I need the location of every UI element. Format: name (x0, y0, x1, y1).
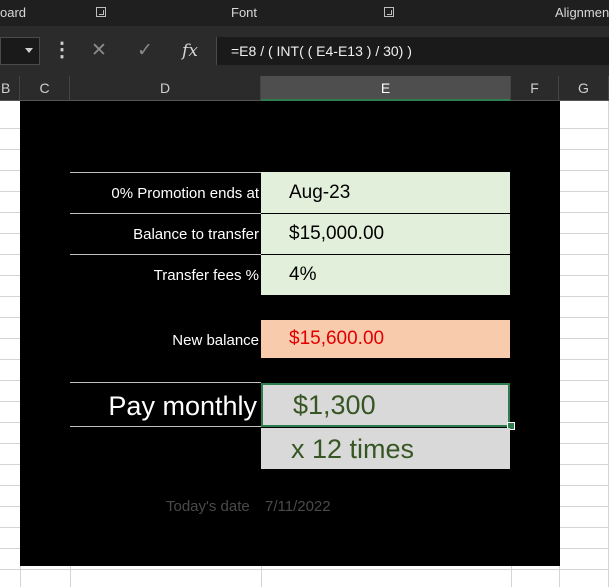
cancel-icon[interactable]: ✕ (79, 37, 119, 65)
row-separator (70, 172, 261, 173)
name-box[interactable] (0, 37, 40, 65)
column-header-g[interactable]: G (559, 76, 609, 101)
balance-cell[interactable]: $15,000.00 (261, 214, 510, 254)
column-header-c[interactable]: C (20, 76, 70, 101)
formula-bar: ⋮ ✕ ✓ fx =E8 / ( INT( ( E4-E13 ) / 30) ) (0, 26, 609, 76)
todays-date-value[interactable]: 7/11/2022 (265, 498, 331, 515)
promo-end-label: 0% Promotion ends at (111, 185, 259, 202)
enter-check-icon[interactable]: ✓ (125, 37, 165, 65)
row-separator (70, 254, 261, 255)
font-dialog-launcher-icon[interactable] (384, 7, 394, 17)
balance-label: Balance to transfer (133, 226, 259, 243)
more-options-icon[interactable]: ⋮ (52, 37, 72, 65)
chevron-down-icon[interactable] (25, 48, 33, 53)
pay-monthly-label: Pay monthly (108, 391, 257, 421)
todays-date-label: Today's date (166, 498, 250, 515)
new-balance-label: New balance (172, 332, 259, 349)
times-cell[interactable]: x 12 times (261, 428, 510, 469)
ribbon-group-alignment-label: Alignmen (555, 5, 609, 20)
column-header-b[interactable]: B (0, 76, 20, 101)
row-separator (70, 213, 261, 214)
ribbon-group-clipboard-label: oard (0, 5, 27, 20)
insert-function-icon[interactable]: fx (170, 37, 210, 65)
promo-end-cell[interactable]: Aug-23 (261, 172, 510, 213)
pay-monthly-cell[interactable]: $1,300 (261, 383, 510, 427)
ribbon-group-font-label: Font (231, 5, 258, 20)
column-header-e[interactable]: E (261, 76, 511, 101)
ribbon-group-labels: oard Font Alignmen (0, 0, 609, 26)
new-balance-cell[interactable]: $15,600.00 (261, 320, 510, 358)
transfer-fees-label: Transfer fees % (153, 267, 259, 284)
row-separator (70, 426, 261, 427)
column-header-d[interactable]: D (70, 76, 261, 101)
clipboard-dialog-launcher-icon[interactable] (96, 7, 106, 17)
formula-input[interactable]: =E8 / ( INT( ( E4-E13 ) / 30) ) (216, 37, 609, 65)
row-separator (70, 382, 261, 383)
transfer-fees-cell[interactable]: 4% (261, 255, 510, 295)
column-header-f[interactable]: F (511, 76, 559, 101)
